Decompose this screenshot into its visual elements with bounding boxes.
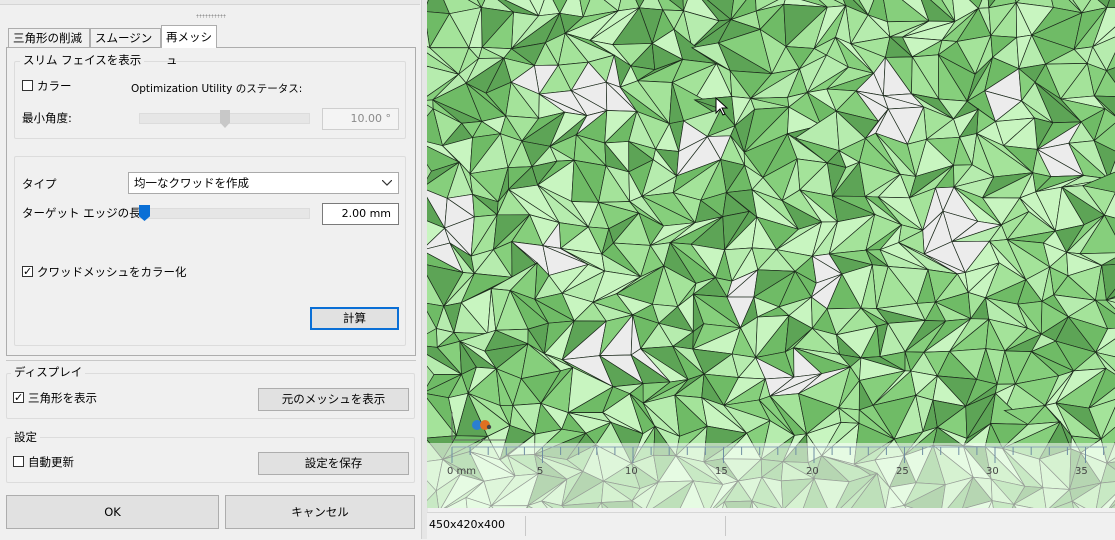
ruler-label-25: 25 (896, 466, 909, 477)
show-triangles-label: 三角形を表示 (28, 391, 97, 405)
color-checkbox[interactable] (22, 80, 33, 91)
checkmark-icon: ✓ (14, 391, 24, 404)
status-dimensions: 450x420x400 (429, 518, 506, 531)
color-label: カラー (37, 79, 72, 93)
target-edge-slider-track[interactable] (139, 208, 310, 219)
panel-top-edge (0, 0, 420, 5)
show-triangles-checkbox[interactable]: ✓ (13, 392, 24, 403)
compute-button[interactable]: 計算 (310, 307, 399, 330)
tab-triangle-reduction[interactable]: 三角形の削減 (8, 28, 90, 47)
min-angle-label: 最小角度: (22, 111, 72, 125)
show-original-mesh-button[interactable]: 元のメッシュを表示 (258, 388, 409, 411)
slim-faces-title: スリム フェイスを表示 (20, 52, 145, 68)
ruler-label-5: 5 (537, 466, 544, 477)
tab-smoothing[interactable]: スムージング (90, 28, 161, 64)
ruler-label-20: 20 (806, 466, 819, 477)
axis-gizmo-icon (451, 412, 507, 441)
ruler-label-0: 0 mm (447, 466, 477, 477)
chevron-down-icon (382, 180, 392, 186)
checkmark-icon: ✓ (23, 265, 33, 278)
type-select-value: 均一なクワッドを作成 (134, 176, 249, 190)
tab-content: スリム フェイスを表示 カラー Optimization Utility のステ… (6, 47, 416, 356)
resize-grip[interactable] (196, 14, 226, 18)
settings-title: 設定 (11, 429, 40, 445)
ok-button[interactable]: OK (6, 495, 219, 529)
ruler-label-35: 35 (1075, 466, 1088, 477)
color-quad-checkbox[interactable]: ✓ (22, 266, 33, 277)
color-quad-label: クワッドメッシュをカラー化 (37, 265, 187, 279)
status-bar: 450x420x400 (427, 512, 1115, 540)
scale-ruler-strip (427, 443, 1115, 508)
mesh-viewport[interactable]: 0 mm 5 10 15 20 25 30 35 (427, 0, 1115, 508)
type-label: タイプ (22, 177, 57, 191)
auto-update-checkbox[interactable] (13, 456, 24, 467)
min-angle-input[interactable]: 10.00 ° (322, 108, 399, 130)
auto-update-label: 自動更新 (28, 455, 74, 469)
target-edge-label: ターゲット エッジの長さ (22, 206, 153, 220)
cancel-button[interactable]: キャンセル (225, 495, 415, 529)
divider (6, 360, 416, 361)
ruler-label-15: 15 (715, 466, 728, 477)
mouse-cursor-icon (715, 96, 729, 116)
ruler-label-30: 30 (986, 466, 999, 477)
tab-remesh[interactable]: 再メッシュ (161, 25, 217, 67)
save-settings-button[interactable]: 設定を保存 (258, 452, 409, 475)
status-divider (525, 516, 526, 536)
optimization-status-label: Optimization Utility のステータス: (131, 83, 303, 95)
display-title: ディスプレイ (11, 364, 86, 380)
type-select[interactable]: 均一なクワッドを作成 (128, 172, 399, 194)
remesh-panel: 三角形の削減 スムージング 再メッシュ スリム フェイスを表示 カラー Opti… (0, 0, 421, 539)
ruler-label-10: 10 (625, 466, 638, 477)
viewport-overlay (427, 96, 1115, 508)
target-edge-input[interactable]: 2.00 mm (322, 203, 399, 225)
status-divider (725, 516, 726, 536)
